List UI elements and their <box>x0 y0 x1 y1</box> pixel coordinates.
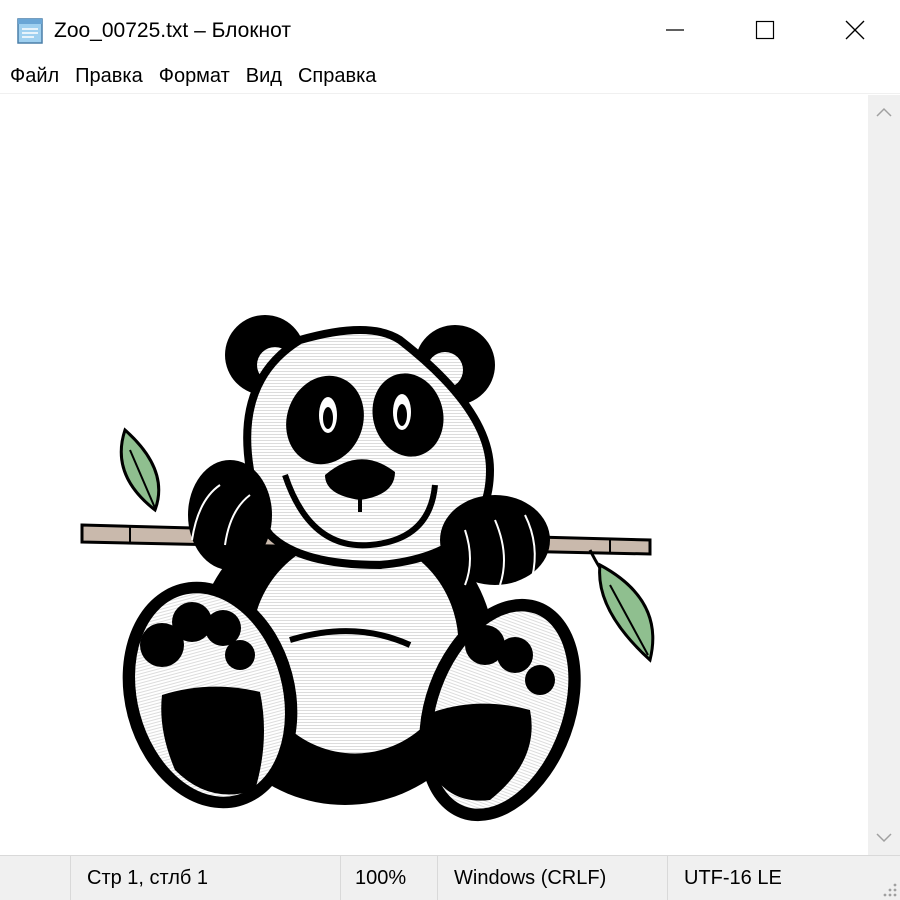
line-endings: Windows (CRLF) <box>437 856 667 900</box>
chevron-down-icon <box>876 833 892 843</box>
window-title: Zoo_00725.txt – Блокнот <box>54 19 291 42</box>
menu-format[interactable]: Формат <box>151 61 238 93</box>
encoding: UTF-16 LE <box>667 856 900 900</box>
text-editor-area[interactable] <box>0 95 868 855</box>
menu-edit[interactable]: Правка <box>67 61 151 93</box>
resize-grip-icon[interactable] <box>880 870 898 898</box>
scroll-down-button[interactable] <box>868 821 900 855</box>
maximize-icon <box>755 20 775 40</box>
menu-view[interactable]: Вид <box>238 61 290 93</box>
vertical-scrollbar[interactable] <box>868 95 900 855</box>
maximize-button[interactable] <box>720 0 810 60</box>
close-icon <box>845 20 865 40</box>
status-bar: Стр 1, стлб 1 100% Windows (CRLF) UTF-16… <box>0 855 900 900</box>
minimize-icon <box>666 29 684 31</box>
notepad-icon <box>17 18 43 44</box>
panda-ascii-art <box>80 315 655 822</box>
menu-file[interactable]: Файл <box>2 61 67 93</box>
scroll-up-button[interactable] <box>868 95 900 129</box>
close-button[interactable] <box>810 0 900 60</box>
zoom-level: 100% <box>340 856 437 900</box>
menu-help[interactable]: Справка <box>290 61 384 93</box>
cursor-position: Стр 1, стлб 1 <box>70 856 340 900</box>
title-bar: Zoo_00725.txt – Блокнот <box>0 0 900 60</box>
chevron-up-icon <box>876 107 892 117</box>
menu-bar: Файл Правка Формат Вид Справка <box>0 60 900 94</box>
minimize-button[interactable] <box>630 0 720 60</box>
